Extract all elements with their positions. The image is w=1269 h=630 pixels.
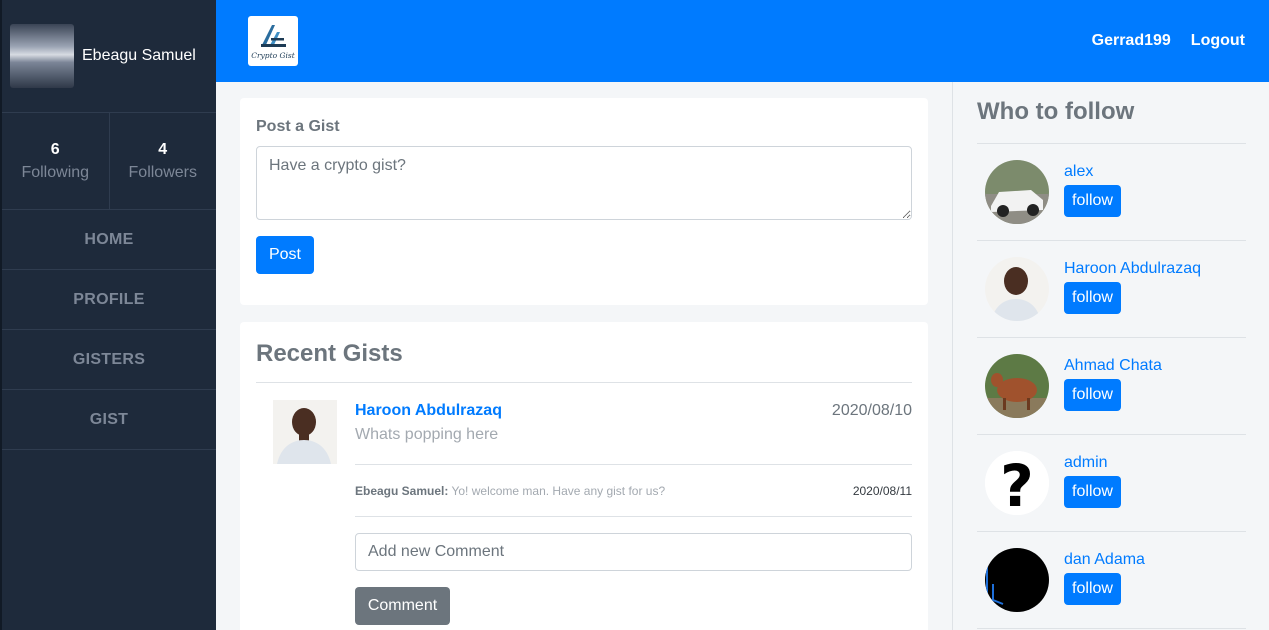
logout-link[interactable]: Logout	[1191, 32, 1245, 50]
follow-stats: 6 Following 4 Followers	[2, 113, 216, 210]
post-gist-card: Post a Gist Post	[240, 98, 928, 305]
logo-mark-icon	[261, 24, 286, 47]
followers-count: 4	[158, 140, 168, 158]
following-count: 6	[50, 140, 60, 158]
person-avatar-icon	[273, 400, 337, 464]
followers-label: Followers	[128, 163, 197, 181]
post-button[interactable]: Post	[256, 236, 314, 274]
who-to-follow-title: Who to follow	[977, 98, 1135, 125]
follow-user-avatar[interactable]	[985, 257, 1049, 321]
gist-author-avatar[interactable]	[273, 400, 337, 464]
top-header: Crypto Gist Gerrad199 Logout	[216, 0, 1269, 82]
post-gist-label: Post a Gist	[256, 118, 340, 135]
follow-item: alex follow	[977, 144, 1246, 241]
follow-item: dan Adama follow	[977, 532, 1246, 629]
follow-button[interactable]: follow	[1064, 476, 1121, 508]
followers-stat[interactable]: 4 Followers	[108, 113, 217, 209]
who-to-follow-panel: Who to follow alex follow Haroon Abdulra…	[952, 82, 1269, 630]
comment-button[interactable]: Comment	[355, 587, 450, 625]
nav-item-profile[interactable]: PROFILE	[2, 270, 216, 330]
username-link[interactable]: Gerrad199	[1092, 32, 1171, 50]
recent-gists-card: Recent Gists Haroon Abdulrazaq 2020/08/1…	[240, 322, 928, 630]
follow-user-avatar[interactable]	[985, 548, 1049, 612]
gist-text: Whats popping here	[355, 426, 499, 443]
following-label: Following	[21, 163, 90, 181]
follow-item: Haroon Abdulrazaq follow	[977, 241, 1246, 338]
follow-user-avatar[interactable]	[985, 160, 1049, 224]
follow-item: Ahmad Chata follow	[977, 338, 1246, 435]
comment-date: 2020/08/11	[852, 484, 912, 498]
crypto-gist-logo[interactable]: Crypto Gist	[248, 16, 298, 66]
gist-textarea[interactable]	[256, 146, 912, 220]
follow-button[interactable]: follow	[1064, 573, 1121, 605]
question-mark-icon: ?	[985, 451, 1049, 515]
follow-button[interactable]: follow	[1064, 282, 1121, 314]
car-avatar-icon	[985, 160, 1049, 224]
follow-button[interactable]: follow	[1064, 185, 1121, 217]
follow-user-name[interactable]: admin	[1064, 454, 1108, 472]
divider	[355, 464, 912, 465]
follow-item: ? admin follow	[977, 435, 1246, 532]
recent-gists-title: Recent Gists	[256, 322, 912, 383]
person-avatar-icon	[985, 257, 1049, 321]
user-avatar[interactable]	[10, 24, 74, 88]
sidebar-nav: HOME PROFILE GISTERS GIST	[2, 210, 216, 450]
comment-author: Ebeagu Samuel:	[355, 484, 449, 498]
logo-text: Crypto Gist	[251, 50, 295, 60]
sidebar: Ebeagu Samuel 6 Following 4 Followers HO…	[0, 0, 216, 630]
comment-input[interactable]	[355, 533, 912, 571]
nav-item-gist[interactable]: GIST	[2, 390, 216, 450]
follow-user-name[interactable]: Ahmad Chata	[1064, 357, 1162, 375]
follow-user-name[interactable]: alex	[1064, 163, 1093, 181]
user-name[interactable]: Ebeagu Samuel	[82, 47, 196, 65]
goat-avatar-icon	[985, 354, 1049, 418]
nav-item-gisters[interactable]: GISTERS	[2, 330, 216, 390]
sidebar-profile: Ebeagu Samuel	[2, 0, 216, 113]
follow-user-avatar[interactable]: ?	[985, 451, 1049, 515]
comment: Ebeagu Samuel: Yo! welcome man. Have any…	[355, 484, 665, 498]
follow-user-name[interactable]: Haroon Abdulrazaq	[1064, 260, 1201, 278]
gist-author[interactable]: Haroon Abdulrazaq	[355, 402, 502, 420]
following-stat[interactable]: 6 Following	[2, 113, 109, 209]
header-links: Gerrad199 Logout	[1072, 0, 1245, 82]
comment-text: Yo! welcome man. Have any gist for us?	[451, 484, 666, 498]
gist-date: 2020/08/10	[831, 402, 912, 419]
dark-avatar-icon	[985, 548, 1049, 612]
follow-user-avatar[interactable]	[985, 354, 1049, 418]
nav-item-home[interactable]: HOME	[2, 210, 216, 270]
svg-text:?: ?	[1000, 452, 1034, 515]
main-content: Post a Gist Post Recent Gists Haroon Abd…	[216, 82, 952, 630]
follow-user-name[interactable]: dan Adama	[1064, 551, 1145, 569]
follow-button[interactable]: follow	[1064, 379, 1121, 411]
divider	[355, 516, 912, 517]
